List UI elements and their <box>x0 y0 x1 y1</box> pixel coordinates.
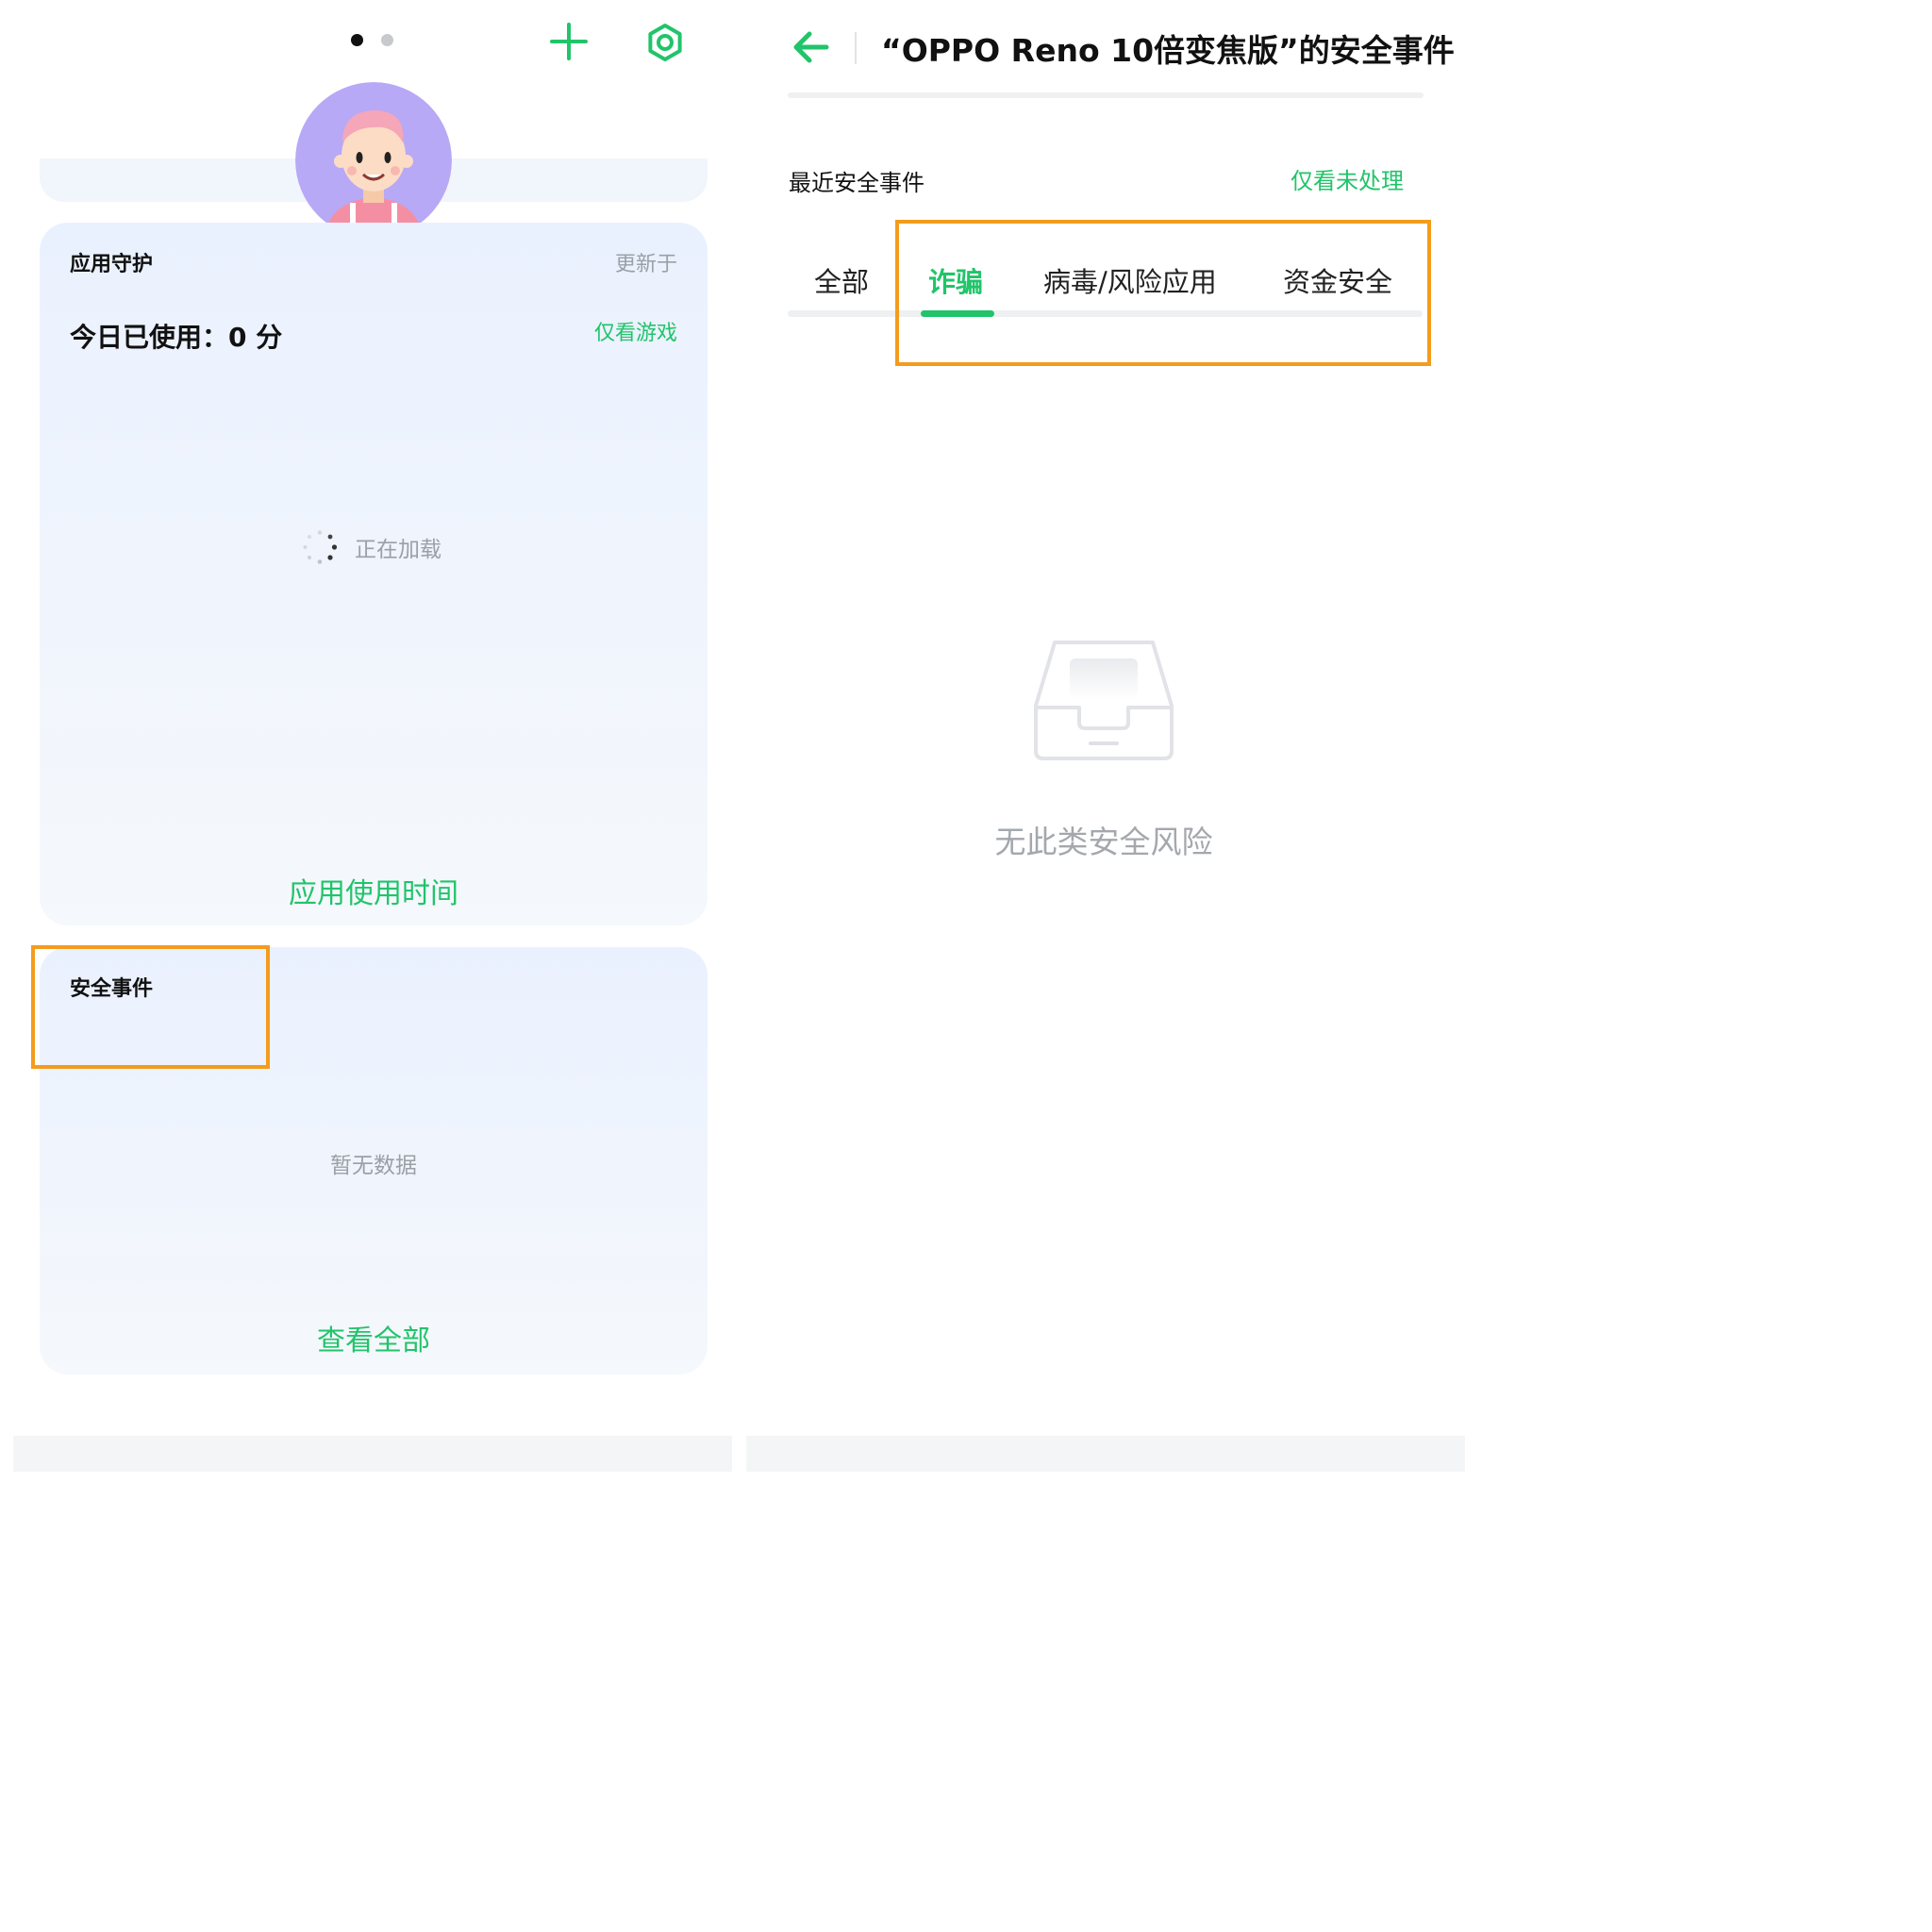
tab-all[interactable]: 全部 <box>814 260 869 300</box>
no-data-text: 暂无数据 <box>330 1154 417 1178</box>
page-dot <box>381 34 393 46</box>
recent-events-label: 最近安全事件 <box>789 170 924 196</box>
app-guard-card: 应用守护 更新于 今日已使用：0 分 仅看游戏 应用使用时间 <box>40 223 708 925</box>
page-title: “OPPO Reno 10倍变焦版”的安全事件 <box>881 32 1455 69</box>
settings-icon[interactable] <box>645 23 685 62</box>
back-arrow-icon[interactable] <box>791 28 830 66</box>
avatar-image[interactable] <box>295 82 452 239</box>
page-dot-active <box>351 34 363 46</box>
header-underline <box>788 92 1424 98</box>
highlight-box-security-title <box>31 945 270 1069</box>
empty-state-text: 无此类安全风险 <box>994 824 1213 860</box>
bottom-bar <box>746 1436 1465 1472</box>
app-guard-title: 应用守护 <box>70 253 154 276</box>
loading-text: 正在加载 <box>355 538 441 562</box>
empty-inbox-icon <box>1034 641 1174 760</box>
games-only-link[interactable]: 仅看游戏 <box>594 316 677 346</box>
usage-today: 今日已使用：0 分 <box>70 322 283 353</box>
plus-icon[interactable] <box>550 23 588 60</box>
app-usage-time-link[interactable]: 应用使用时间 <box>40 870 708 911</box>
bottom-bar <box>13 1436 732 1472</box>
loading-spinner-icon <box>303 530 338 564</box>
view-all-link[interactable]: 查看全部 <box>40 1317 708 1358</box>
highlight-box-tabs <box>895 220 1431 366</box>
unprocessed-filter-link[interactable]: 仅看未处理 <box>1291 162 1404 195</box>
header-divider <box>855 32 857 64</box>
updated-label: 更新于 <box>614 253 677 276</box>
